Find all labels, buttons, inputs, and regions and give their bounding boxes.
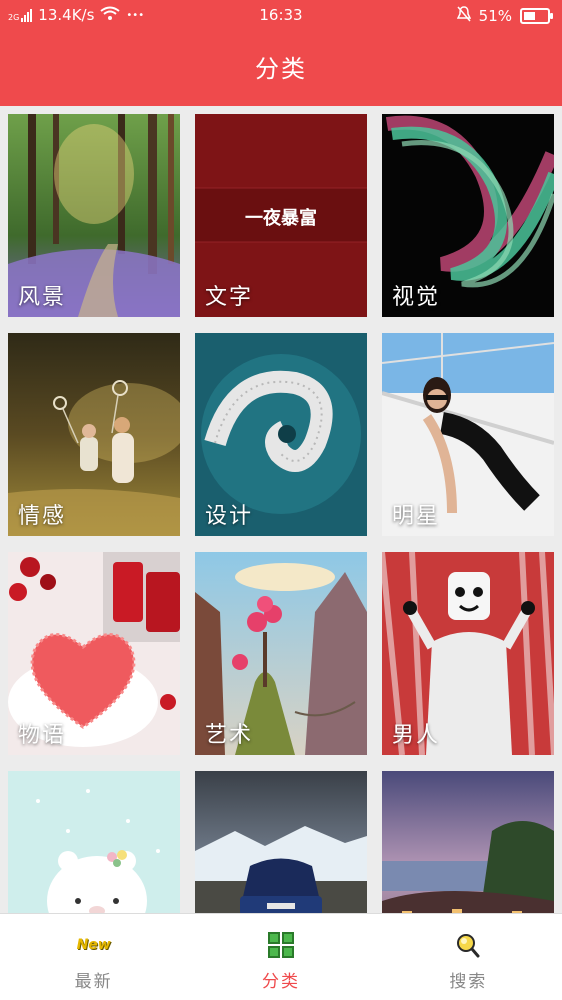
status-bar: 2G 13.4K/s ••• 16:33 51% [0, 0, 562, 30]
category-tile-text[interactable]: 一夜暴富 文字 [195, 114, 367, 317]
tab-category[interactable]: 分类 [187, 914, 374, 1000]
category-label: 设计 [205, 504, 254, 529]
category-label: 艺术 [205, 723, 254, 748]
tab-label: 最新 [74, 972, 113, 992]
bottom-tab-bar: New 最新 分类 搜索 [0, 913, 562, 1000]
grid-icon [267, 932, 294, 958]
category-tile-celebrity[interactable]: 明星 [382, 333, 554, 536]
calligraphy-text: 一夜暴富 [245, 208, 317, 229]
tab-label: 分类 [261, 972, 300, 992]
category-tile-emotion[interactable]: 情感 [8, 333, 180, 536]
mute-bell-icon [456, 6, 471, 26]
category-tile-men[interactable]: 男人 [382, 552, 554, 755]
header: 分类 [0, 30, 562, 106]
tab-latest[interactable]: New 最新 [0, 914, 187, 1000]
new-badge-text: New [76, 937, 111, 953]
category-tile-landscape[interactable]: 风景 [8, 114, 180, 317]
category-label: 男人 [392, 723, 441, 748]
category-tile-art[interactable]: 艺术 [195, 552, 367, 755]
category-tile-visual[interactable]: 视觉 [382, 114, 554, 317]
category-tile-design[interactable]: 设计 [195, 333, 367, 536]
search-icon [457, 934, 480, 958]
category-label: 物语 [18, 723, 67, 748]
category-label: 视觉 [392, 285, 441, 310]
battery-icon [520, 8, 553, 24]
category-label: 风景 [18, 285, 67, 310]
page-title: 分类 [255, 55, 307, 83]
new-badge-icon: New [76, 931, 111, 959]
tab-search[interactable]: 搜索 [375, 914, 562, 1000]
category-label: 明星 [392, 504, 441, 529]
category-grid: 风景 一夜暴富 文字 视觉 情感 设计 明星 物语 艺术 男人 [8, 114, 554, 974]
category-tile-story[interactable]: 物语 [8, 552, 180, 755]
status-right: 51% [456, 6, 553, 26]
category-label: 文字 [205, 285, 254, 310]
category-label: 情感 [18, 504, 67, 529]
tab-label: 搜索 [449, 972, 488, 992]
battery-percent: 51% [478, 7, 512, 25]
app-screen: 2G 13.4K/s ••• 16:33 51% 分类 风景 一夜暴富 文字 视… [0, 0, 562, 1000]
